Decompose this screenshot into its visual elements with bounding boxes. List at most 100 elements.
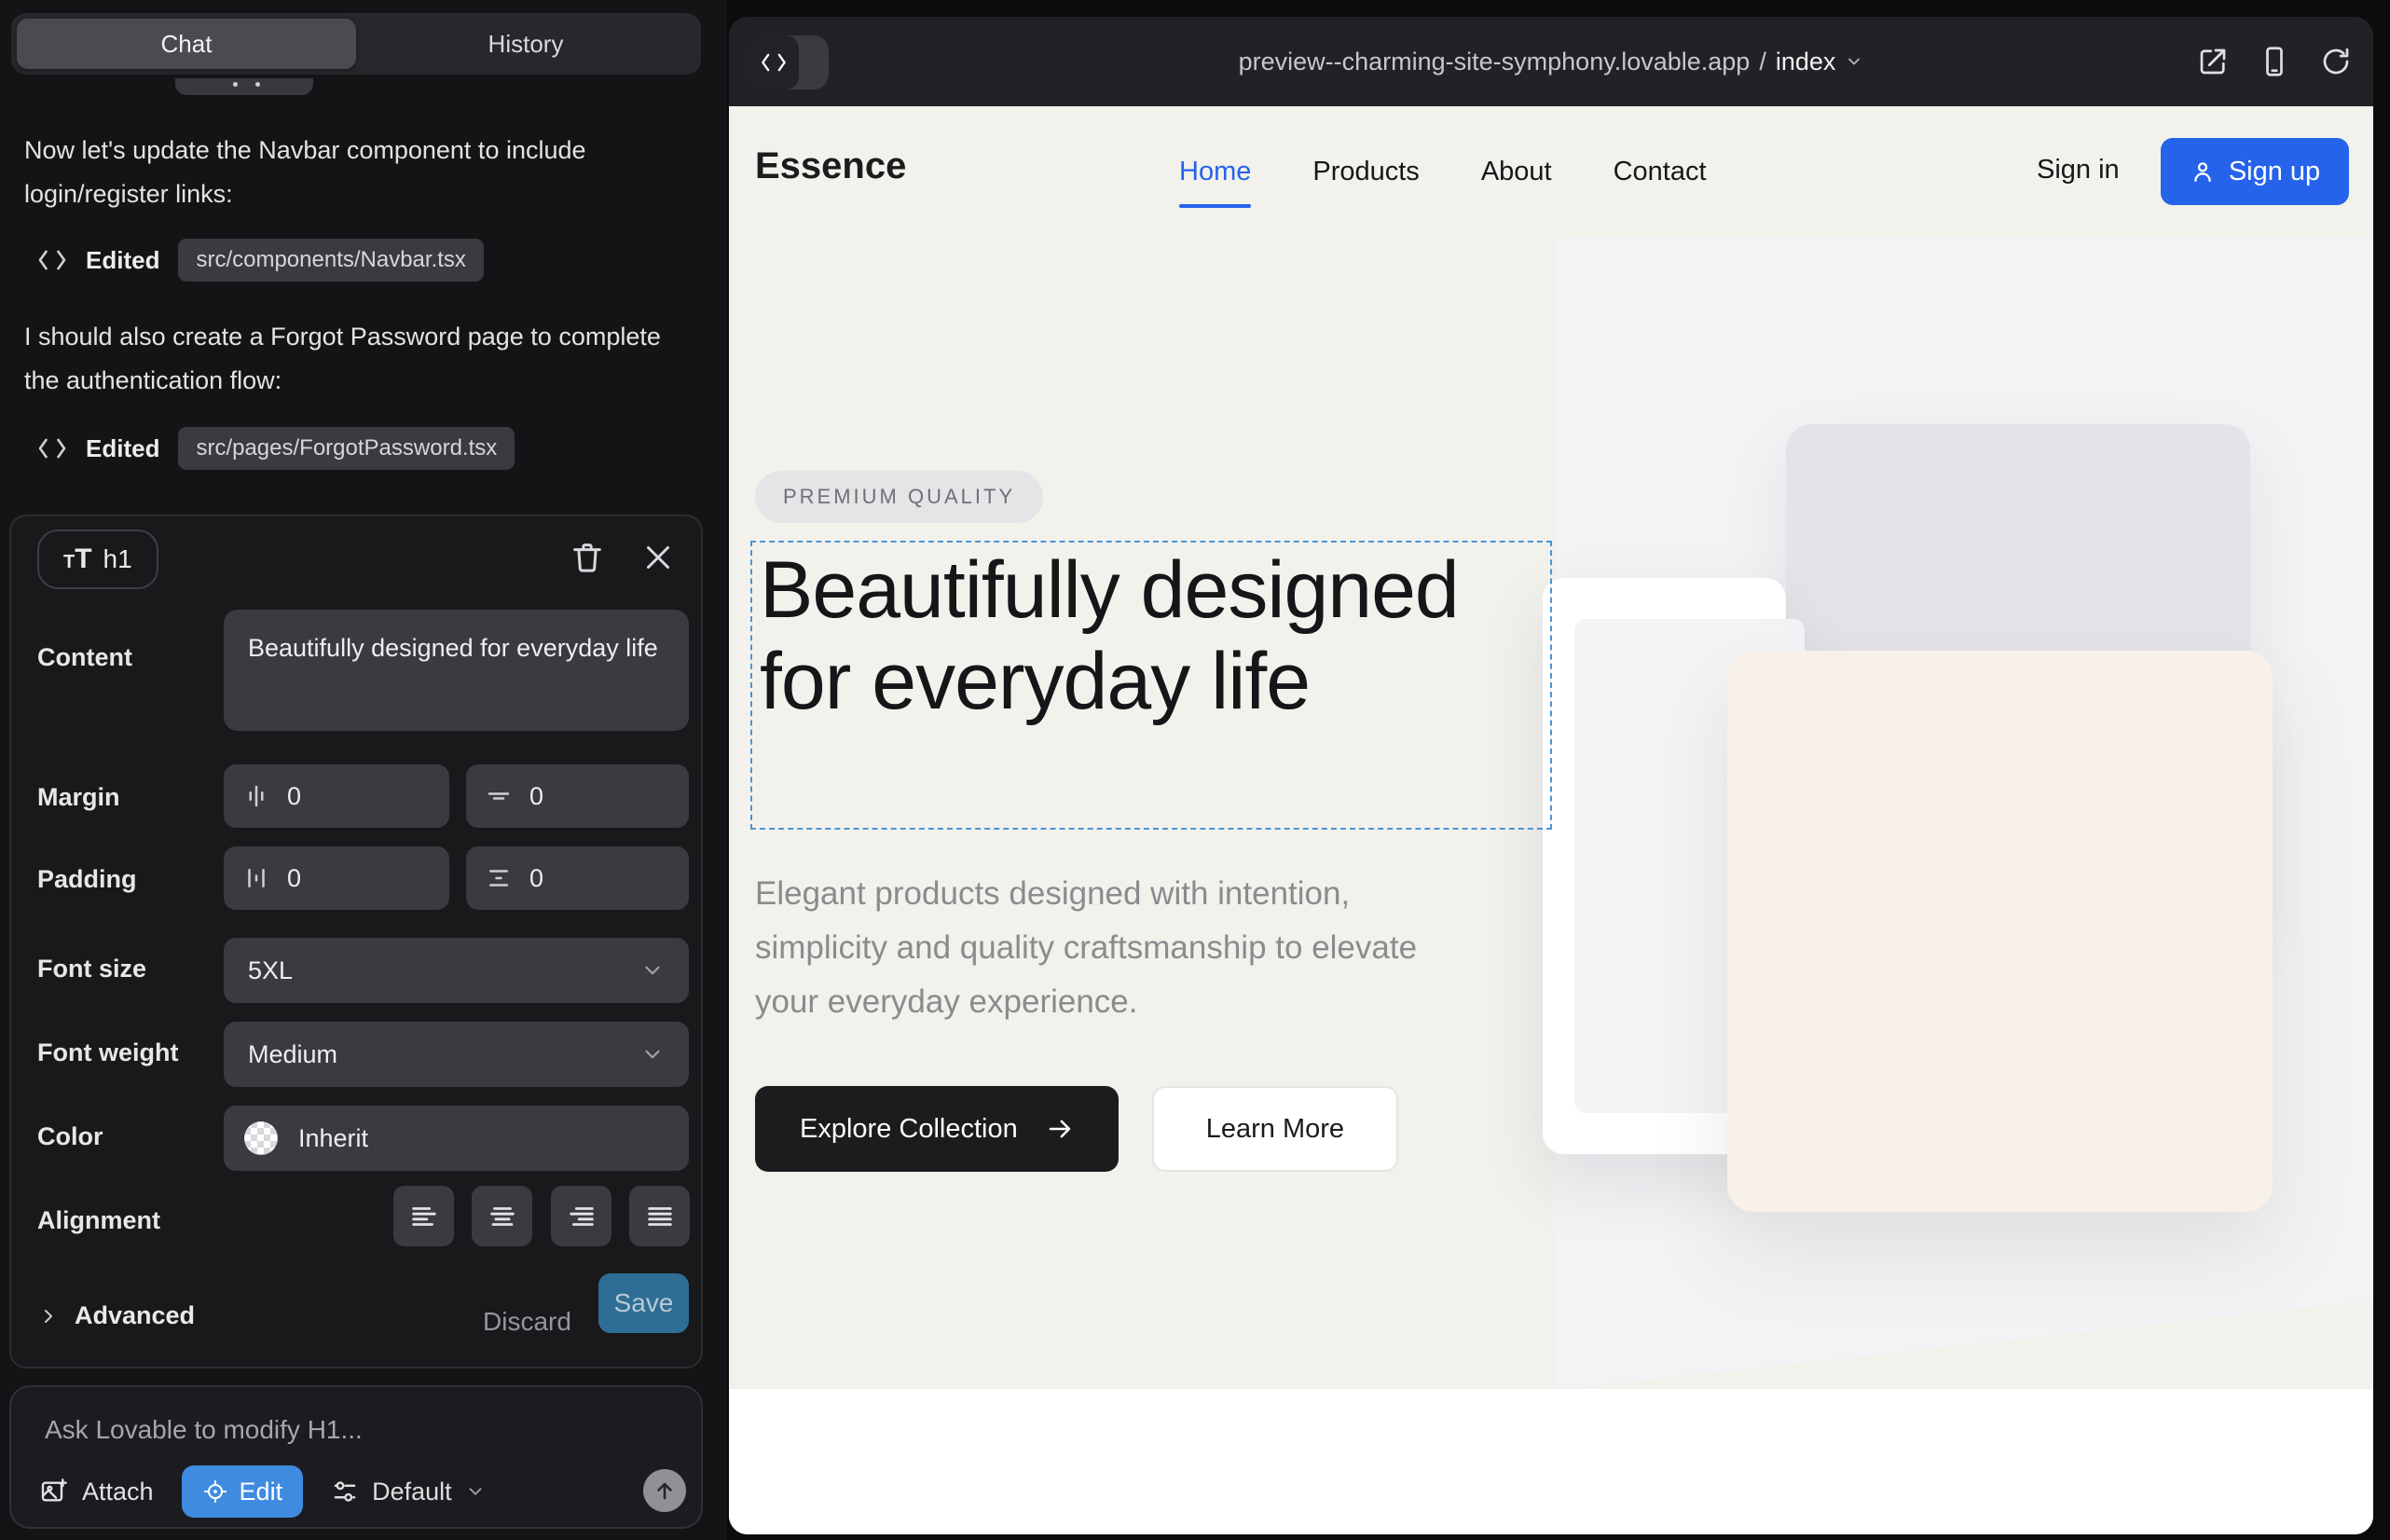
margin-horizontal-icon [242, 782, 270, 810]
chevron-right-icon [37, 1305, 60, 1327]
tab-chat[interactable]: Chat [17, 19, 356, 69]
content-label: Content [37, 643, 132, 672]
margin-label: Margin [37, 783, 120, 812]
site-navbar: Essence Home Products About Contact Sign… [729, 106, 2373, 238]
align-right-button[interactable] [551, 1186, 611, 1246]
file-badge[interactable]: src/components/Navbar.tsx [178, 239, 483, 282]
scrolled-badge-fragment [175, 78, 313, 95]
attach-button[interactable]: Attach [39, 1477, 154, 1506]
sign-in-link[interactable]: Sign in [2037, 155, 2120, 186]
sliders-icon [331, 1478, 359, 1506]
chat-composer[interactable]: Ask Lovable to modify H1... Attach Ed [9, 1385, 703, 1529]
chevron-down-icon [1845, 52, 1863, 71]
chevron-down-icon [640, 958, 665, 983]
edit-mode-button[interactable]: Edit [182, 1465, 304, 1518]
edited-file-row: Edited src/components/Navbar.tsx [37, 239, 484, 282]
preview-url: preview--charming-site-symphony.lovable.… [1239, 48, 1751, 76]
selected-element-pill[interactable]: TT h1 [37, 529, 158, 589]
typography-icon: TT [63, 543, 92, 575]
edited-label: Edited [86, 246, 159, 275]
file-badge[interactable]: src/pages/ForgotPassword.tsx [178, 427, 515, 470]
align-justify-button[interactable] [629, 1186, 690, 1246]
chat-message: Now let's update the Navbar component to… [24, 129, 688, 216]
refresh-icon[interactable] [2319, 45, 2353, 78]
preview-url-selector[interactable]: preview--charming-site-symphony.lovable.… [729, 17, 2373, 106]
padding-label: Padding [37, 865, 137, 894]
preview-actions [2196, 17, 2353, 106]
user-icon [2190, 158, 2216, 185]
font-size-label: Font size [37, 955, 146, 983]
align-center-button[interactable] [472, 1186, 532, 1246]
padding-vertical-icon [485, 864, 513, 892]
preview-window: preview--charming-site-symphony.lovable.… [729, 17, 2373, 1534]
hero-paragraph: Elegant products designed with intention… [755, 867, 1445, 1029]
margin-vertical-icon [485, 782, 513, 810]
element-tag: h1 [103, 544, 132, 574]
margin-y-input[interactable]: 0 [466, 764, 689, 828]
discard-button[interactable]: Discard [483, 1307, 571, 1337]
arrow-right-icon [1046, 1115, 1074, 1143]
edited-label: Edited [86, 434, 159, 463]
explore-collection-button[interactable]: Explore Collection [755, 1086, 1119, 1172]
align-center-icon [487, 1201, 518, 1232]
align-justify-icon [644, 1201, 676, 1232]
edited-file-row: Edited src/pages/ForgotPassword.tsx [37, 427, 515, 470]
next-section-band [729, 1389, 2373, 1534]
mobile-view-icon[interactable] [2258, 45, 2291, 78]
site-logo[interactable]: Essence [755, 145, 906, 187]
open-external-icon[interactable] [2196, 45, 2230, 78]
element-editor-panel: TT h1 Content Beautifully designed for e… [9, 515, 703, 1368]
composer-toolbar: Attach Edit Default [39, 1465, 486, 1518]
font-weight-label: Font weight [37, 1038, 178, 1067]
padding-y-input[interactable]: 0 [466, 846, 689, 910]
font-weight-select[interactable]: Medium [224, 1022, 689, 1087]
attach-image-icon [39, 1477, 69, 1506]
send-button[interactable] [643, 1469, 686, 1512]
hero-cta-row: Explore Collection Learn More [755, 1086, 1398, 1172]
selected-h1-outline[interactable]: Beautifully designed for everyday life [750, 541, 1552, 830]
color-label: Color [37, 1122, 103, 1151]
align-right-icon [566, 1201, 598, 1232]
url-separator: / [1759, 48, 1766, 76]
nav-link-products[interactable]: Products [1312, 157, 1419, 187]
hero-heading: Beautifully designed for everyday life [760, 544, 1505, 727]
preview-page: index [1776, 48, 1836, 76]
delete-element-button[interactable] [569, 537, 606, 578]
panel-tabs: Chat History [11, 13, 701, 75]
nav-link-home[interactable]: Home [1179, 157, 1251, 187]
color-select[interactable]: Inherit [224, 1106, 689, 1171]
padding-x-input[interactable]: 0 [224, 846, 449, 910]
alignment-label: Alignment [37, 1206, 160, 1235]
chat-panel: Chat History Now let's update the Navbar… [0, 0, 727, 1540]
nav-link-about[interactable]: About [1481, 157, 1552, 187]
close-icon[interactable] [641, 541, 675, 574]
font-size-select[interactable]: 5XL [224, 938, 689, 1003]
color-swatch [244, 1121, 278, 1155]
arrow-up-icon [653, 1479, 676, 1502]
premium-quality-badge: PREMIUM QUALITY [755, 471, 1043, 523]
content-input[interactable]: Beautifully designed for everyday life [224, 610, 689, 731]
decor-cream-shape [1727, 651, 2273, 1212]
chevron-down-icon [640, 1042, 665, 1066]
margin-x-input[interactable]: 0 [224, 764, 449, 828]
chat-message: I should also create a Forgot Password p… [24, 315, 688, 403]
code-icon [37, 436, 67, 461]
mode-select[interactable]: Default [331, 1478, 486, 1506]
tab-history[interactable]: History [356, 19, 695, 69]
site-nav-links: Home Products About Contact [1179, 106, 1707, 238]
sign-up-button[interactable]: Sign up [2161, 138, 2349, 205]
preview-topbar: preview--charming-site-symphony.lovable.… [729, 17, 2373, 106]
site-canvas: Essence Home Products About Contact Sign… [729, 106, 2373, 1534]
padding-horizontal-icon [242, 864, 270, 892]
target-icon [202, 1478, 228, 1505]
lovable-app: Chat History Now let's update the Navbar… [0, 0, 2390, 1540]
align-left-button[interactable] [393, 1186, 454, 1246]
composer-input[interactable]: Ask Lovable to modify H1... [45, 1415, 363, 1445]
learn-more-button[interactable]: Learn More [1152, 1086, 1398, 1172]
advanced-expander[interactable]: Advanced [37, 1301, 195, 1330]
code-icon [37, 248, 67, 272]
align-left-icon [408, 1201, 440, 1232]
save-button[interactable]: Save [598, 1273, 689, 1333]
nav-link-contact[interactable]: Contact [1614, 157, 1707, 187]
chevron-down-icon [465, 1481, 486, 1502]
